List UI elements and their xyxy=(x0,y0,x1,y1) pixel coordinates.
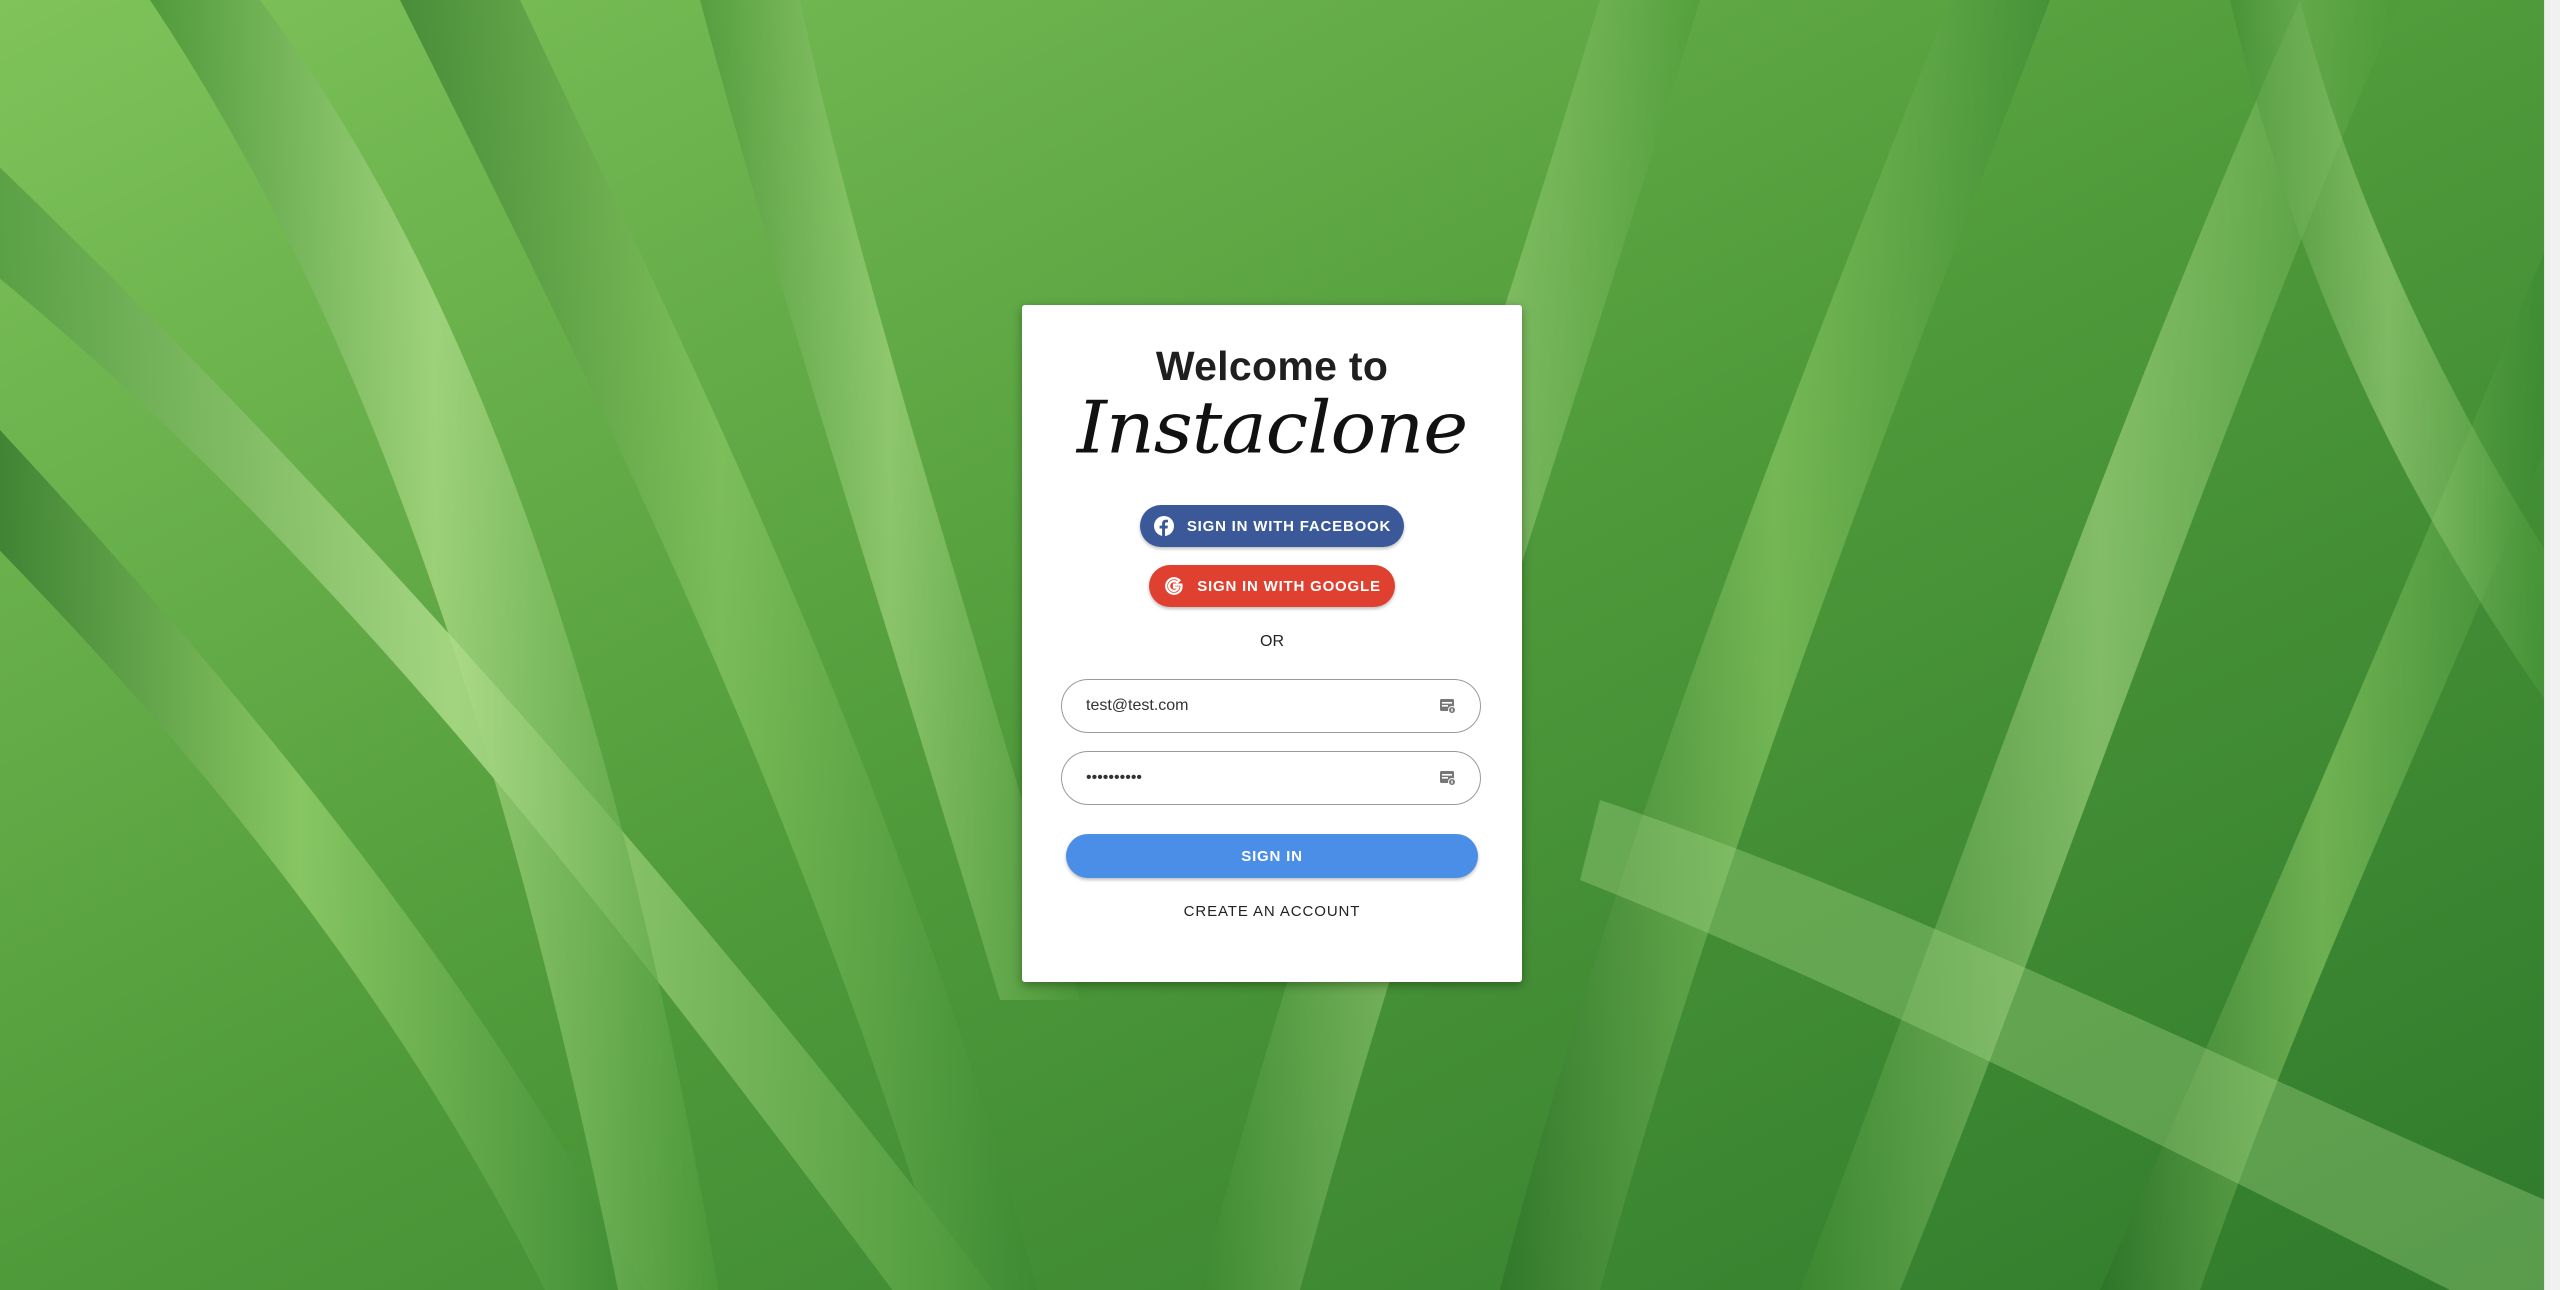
facebook-signin-label: SIGN IN WITH FACEBOOK xyxy=(1186,517,1392,535)
password-field-wrapper xyxy=(1061,751,1481,805)
or-divider: OR xyxy=(1260,633,1284,650)
page-viewport: Welcome to Instaclone SIGN IN WITH FACEB… xyxy=(0,0,2545,1290)
vertical-scrollbar[interactable] xyxy=(2544,0,2560,1290)
password-manager-icon[interactable] xyxy=(1438,696,1458,716)
brand-logo: Instaclone xyxy=(1076,385,1468,470)
facebook-icon xyxy=(1153,515,1175,537)
welcome-heading: Welcome to xyxy=(1155,343,1389,389)
facebook-signin-button[interactable]: SIGN IN WITH FACEBOOK xyxy=(1140,505,1404,547)
signin-button[interactable]: SIGN IN xyxy=(1066,834,1478,878)
google-icon xyxy=(1163,575,1185,597)
password-input[interactable] xyxy=(1084,768,1438,788)
password-manager-icon[interactable] xyxy=(1438,768,1458,788)
create-account-link[interactable]: CREATE AN ACCOUNT xyxy=(1022,903,1522,920)
login-card: Welcome to Instaclone SIGN IN WITH FACEB… xyxy=(1022,305,1522,982)
google-signin-button[interactable]: SIGN IN WITH GOOGLE xyxy=(1149,565,1395,607)
email-input[interactable] xyxy=(1084,696,1438,716)
google-signin-label: SIGN IN WITH GOOGLE xyxy=(1197,577,1381,595)
email-field-wrapper xyxy=(1061,679,1481,733)
